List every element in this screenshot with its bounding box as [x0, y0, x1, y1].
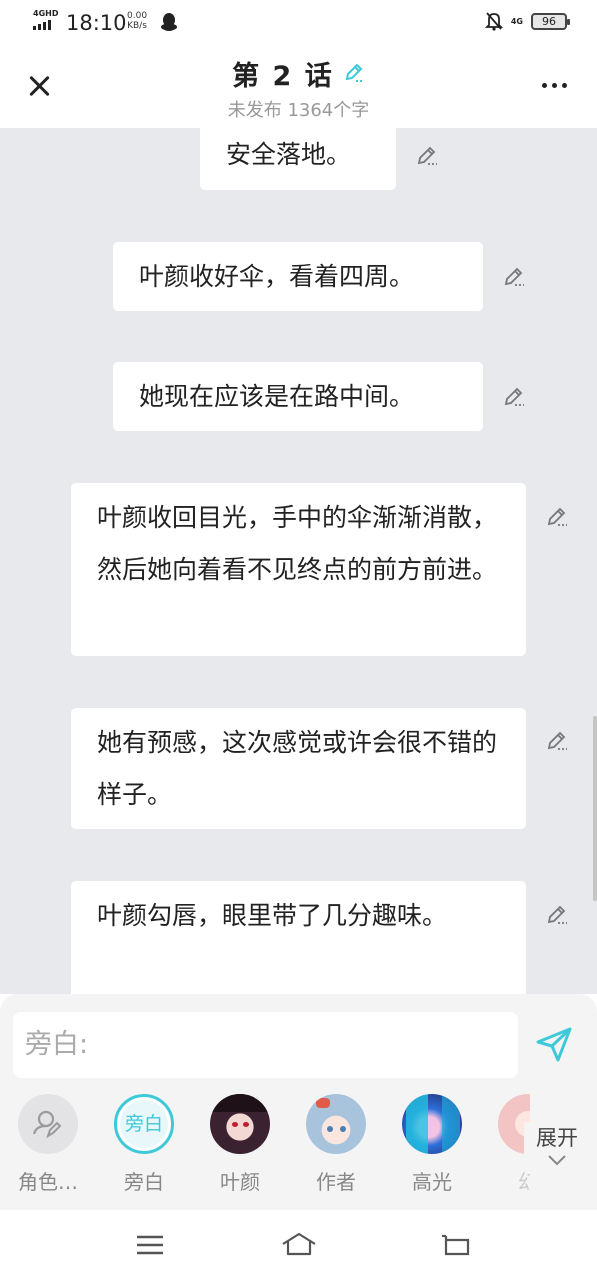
role-manage-avatar	[18, 1094, 78, 1154]
role-gaoguang-avatar	[402, 1094, 462, 1154]
menu-icon[interactable]	[133, 1230, 167, 1260]
role-name: 旁白	[124, 1170, 164, 1194]
edit-message-icon[interactable]	[502, 384, 526, 408]
narrator-avatar-text: 旁白	[120, 1100, 168, 1148]
message-input[interactable]: 旁白:	[13, 1012, 518, 1078]
chapter-status: 未发布 1364个字	[227, 100, 370, 121]
message-bubble[interactable]: 她现在应该是在路中间。	[113, 362, 483, 431]
message-bubble[interactable]: 安全落地。	[200, 128, 396, 190]
role-author-avatar	[306, 1094, 366, 1154]
speed-value: 0.00	[127, 11, 148, 21]
role-name: 高光	[412, 1170, 452, 1194]
expand-label: 展开	[536, 1126, 578, 1150]
signal-icon	[33, 20, 51, 30]
edit-message-icon[interactable]	[502, 264, 526, 288]
role-name: 幻	[518, 1170, 530, 1194]
network-speed: 0.00 KB/s	[127, 11, 147, 31]
status-bar: 4GHD 18:10 0.00 KB/s 4G 96	[0, 0, 597, 44]
back-icon[interactable]	[438, 1230, 472, 1260]
message-bubble[interactable]: 叶颜收回目光，手中的伞渐渐消散，然后她向着看不见终点的前方前进。	[71, 483, 526, 656]
role-yeyan-avatar	[210, 1094, 270, 1154]
more-icon[interactable]	[542, 83, 567, 88]
chevron-down-icon	[548, 1155, 566, 1166]
edit-title-icon[interactable]	[343, 61, 365, 83]
message-bubble[interactable]: 叶颜收好伞，看着四周。	[113, 242, 483, 311]
qq-icon	[161, 13, 177, 31]
edit-message-icon[interactable]	[545, 902, 569, 926]
role-item-narrator[interactable]: 旁白 旁白	[96, 1094, 192, 1194]
header: 第 2 话 未发布 1364个字	[0, 44, 597, 128]
role-narrator-avatar: 旁白	[114, 1094, 174, 1154]
message-bubble[interactable]: 叶颜勾唇，眼里带了几分趣味。	[71, 881, 526, 994]
speed-unit: KB/s	[127, 21, 147, 31]
role-item-gaoguang[interactable]: 高光	[384, 1094, 480, 1194]
scrollbar[interactable]	[593, 716, 597, 901]
role-item-yeyan[interactable]: 叶颜	[192, 1094, 288, 1194]
role-selector: 角色… 旁白 旁白 叶颜 作者 高光 幻	[0, 1094, 530, 1194]
role-item-manage[interactable]: 角色…	[0, 1094, 96, 1194]
user-edit-icon	[32, 1110, 62, 1139]
battery-icon: 96	[531, 12, 570, 30]
edit-message-icon[interactable]	[545, 728, 569, 752]
home-icon[interactable]	[280, 1230, 318, 1260]
send-icon[interactable]	[534, 1024, 574, 1064]
role-item-author[interactable]: 作者	[288, 1094, 384, 1194]
role-name: 作者	[316, 1170, 356, 1194]
composer: 旁白: 角色… 旁白 旁白 叶颜 作者 高光 幻 展开	[0, 994, 597, 1210]
role-name: 角色…	[18, 1170, 78, 1194]
status-time: 18:10	[66, 11, 127, 35]
system-nav-bar	[0, 1210, 597, 1280]
mute-bell-icon	[484, 12, 503, 31]
role-name: 叶颜	[220, 1170, 260, 1194]
message-bubble[interactable]: 她有预感，这次感觉或许会很不错的样子。	[71, 708, 526, 829]
network-4g-indicator: 4G	[510, 16, 523, 26]
message-list[interactable]: 安全落地。 叶颜收好伞，看着四周。 她现在应该是在路中间。 叶颜收回目光，手中的…	[0, 128, 597, 994]
network-type: 4GHD	[33, 9, 59, 18]
edit-message-icon[interactable]	[545, 504, 569, 528]
role-item-partial[interactable]: 幻	[480, 1094, 530, 1194]
edit-message-icon[interactable]	[415, 143, 439, 167]
title-area[interactable]: 第 2 话	[0, 54, 597, 93]
chapter-title: 第 2 话	[232, 61, 334, 92]
expand-button[interactable]: 展开	[524, 1122, 590, 1172]
